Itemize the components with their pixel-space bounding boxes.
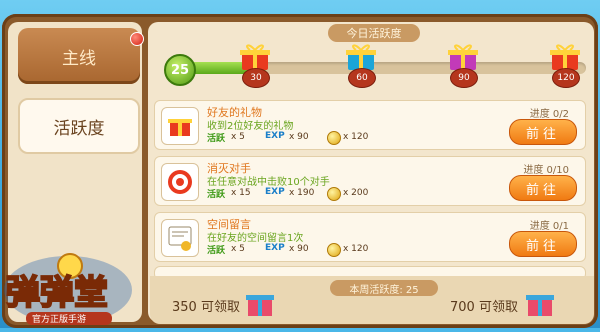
task-row: 消灭对手 在任意对战中击败10个对手 活跃 x 15 EXP x 190 x 2…: [154, 156, 586, 206]
task-progress: 进度 0/1: [529, 221, 569, 232]
activity-reward: x 15: [231, 188, 251, 198]
svg-text:弹弹堂: 弹弹堂: [6, 273, 108, 313]
coin-icon: [327, 187, 341, 201]
task-description: 收到2位好友的礼物: [207, 121, 294, 132]
tab-label: 主线: [62, 48, 96, 69]
coin-reward: x 200: [343, 188, 369, 198]
coin-icon: [327, 131, 341, 145]
message-icon: [161, 219, 199, 257]
task-progress: 进度 0/2: [529, 109, 569, 120]
milestone-value: 30: [242, 68, 270, 88]
activity-reward: x 5: [231, 132, 245, 142]
weekly-chest[interactable]: [524, 286, 556, 320]
activity-reward: x 5: [231, 244, 245, 254]
weekly-activity-title: 本周活跃度: 25: [330, 280, 438, 296]
exp-label: EXP: [265, 243, 285, 253]
activity-progress: 25 30 60 90 120: [158, 42, 592, 94]
exp-label: EXP: [265, 187, 285, 197]
exp-reward: x 90: [289, 132, 309, 142]
tab-activity[interactable]: 活跃度: [18, 98, 140, 154]
milestone-chest[interactable]: 90: [446, 42, 480, 88]
task-description: 在好友的空间留言1次: [207, 233, 304, 244]
task-row: 空间留言 在好友的空间留言1次 活跃 x 5 EXP x 90 x 120 进度…: [154, 212, 586, 262]
exp-reward: x 190: [289, 188, 315, 198]
milestone-value: 90: [450, 68, 478, 88]
coin-reward: x 120: [343, 132, 369, 142]
gift-box-icon: [526, 295, 554, 316]
activity-reward-label: 活跃: [207, 134, 226, 144]
milestone-chest[interactable]: 120: [548, 42, 582, 88]
go-button[interactable]: 前往: [509, 119, 577, 145]
milestone-chest[interactable]: 60: [344, 42, 378, 88]
notification-dot: [130, 32, 144, 46]
task-description: 在任意对战中击败10个对手: [207, 177, 330, 188]
weekly-chest[interactable]: [244, 286, 276, 320]
coin-icon: [327, 243, 341, 257]
current-activity-value: 25: [164, 54, 196, 86]
tab-mainline[interactable]: 主线: [18, 28, 140, 84]
activity-reward-label: 活跃: [207, 190, 226, 200]
target-icon: [161, 163, 199, 201]
milestone-chest[interactable]: 30: [238, 42, 272, 88]
task-row: 好友的礼物 收到2位好友的礼物 活跃 x 5 EXP x 90 x 120 进度…: [154, 100, 586, 150]
exp-label: EXP: [265, 131, 285, 141]
weekly-claim-amount: 700 可领取: [450, 300, 518, 315]
coin-reward: x 120: [343, 244, 369, 254]
gift-icon: [161, 107, 199, 145]
exp-reward: x 90: [289, 244, 309, 254]
game-logo: 弹弹堂 官方正版手游: [0, 244, 136, 328]
gift-box-icon: [246, 295, 274, 316]
task-progress: 进度 0/10: [523, 165, 569, 176]
weekly-claim-amount: 350 可领取: [172, 300, 240, 315]
go-button[interactable]: 前往: [509, 231, 577, 257]
daily-activity-title: 今日活跃度: [328, 24, 420, 42]
activity-reward-label: 活跃: [207, 246, 226, 256]
svg-text:官方正版手游: 官方正版手游: [32, 313, 86, 325]
tab-label: 活跃度: [53, 118, 105, 139]
go-button[interactable]: 前往: [509, 175, 577, 201]
milestone-value: 120: [552, 68, 580, 88]
milestone-value: 60: [348, 68, 376, 88]
